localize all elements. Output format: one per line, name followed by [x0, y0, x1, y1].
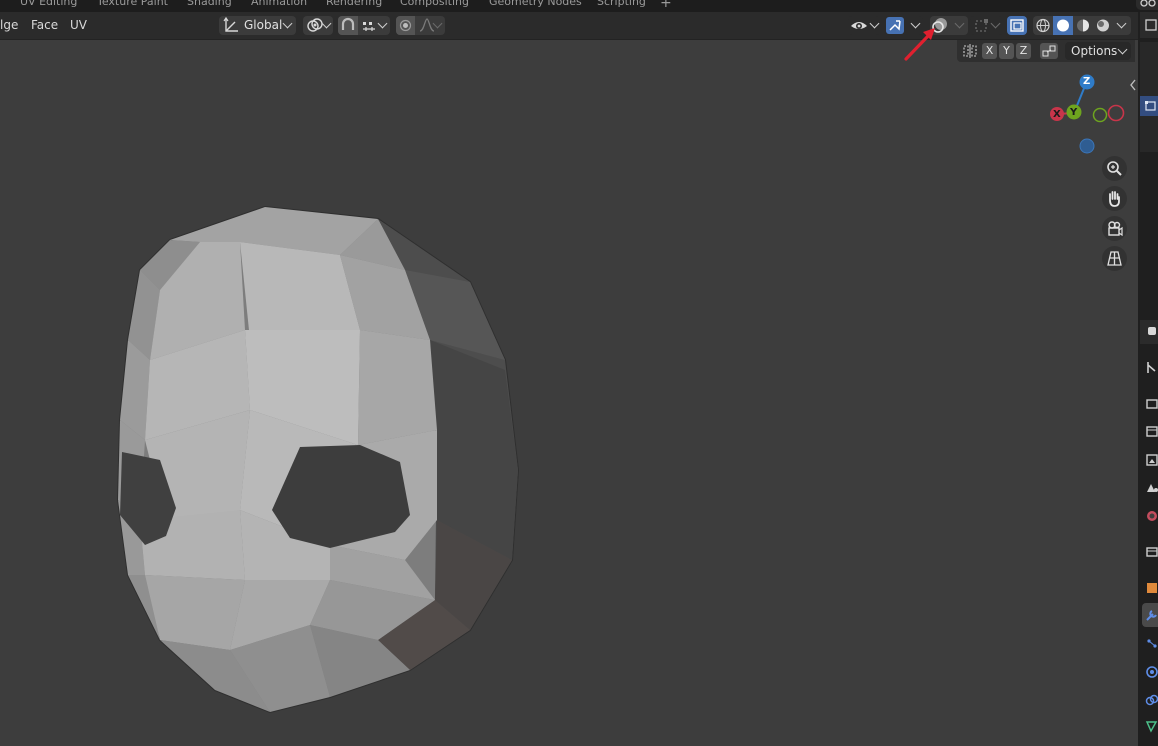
topology-mirror-toggle[interactable] [1040, 43, 1058, 59]
snap-group[interactable] [338, 16, 390, 35]
mesh-object[interactable] [0, 190, 560, 746]
sidebar-collapse-icon[interactable] [1129, 79, 1137, 91]
tab-compositing[interactable]: Compositing [400, 0, 469, 9]
tab-shading[interactable]: Shading [187, 0, 232, 9]
add-workspace-button[interactable]: + [660, 0, 672, 10]
transform-orientation-value: Global [244, 18, 283, 32]
output-properties-icon[interactable] [1145, 425, 1158, 438]
menu-edge[interactable]: lge [0, 18, 18, 32]
chevron-down-icon [282, 18, 293, 29]
pan-button[interactable] [1102, 186, 1127, 211]
mirror-icon [963, 44, 977, 58]
topology-mirror-icon [1042, 45, 1056, 57]
tab-animation[interactable]: Animation [251, 0, 307, 9]
mirror-z-button[interactable]: Z [1016, 43, 1031, 59]
navigation-gizmo[interactable]: Z X Y [1046, 70, 1130, 160]
chevron-down-icon [1116, 18, 1127, 29]
wrench-icon [1146, 610, 1157, 621]
blender-window: { "workspace_tabs": ["UV Editing", "Text… [0, 0, 1158, 746]
wireframe-shading-icon [1036, 18, 1050, 33]
tab-geometry-nodes[interactable]: Geometry Nodes [489, 0, 582, 9]
annotation-arrow [904, 28, 935, 61]
camera-view-icon [1108, 221, 1123, 237]
properties-menu-icon[interactable] [1146, 325, 1158, 339]
world-properties-icon[interactable] [1145, 509, 1158, 522]
chevron-down-icon [869, 18, 880, 29]
collection-properties-icon[interactable] [1145, 545, 1158, 558]
scene-icon [1140, 0, 1156, 7]
top-right-icons[interactable] [1136, 0, 1158, 10]
menu-uv[interactable]: UV [70, 18, 87, 32]
mirror-x-button[interactable]: X [982, 43, 997, 59]
particles-icon[interactable] [1145, 637, 1158, 650]
gizmo-z-label: Z [1083, 76, 1091, 87]
chevron-down-icon [954, 18, 965, 29]
tab-rendering[interactable]: Rendering [326, 0, 382, 9]
gizmo-y-label: Y [1070, 107, 1078, 118]
proportional-editing-toggle[interactable] [396, 16, 415, 35]
rendered-shading-button[interactable] [1093, 16, 1113, 35]
chevron-down-icon [990, 18, 1001, 29]
xray-toggle[interactable] [1007, 16, 1027, 35]
perspective-toggle-button[interactable] [1102, 246, 1127, 271]
gizmo-x-label: X [1053, 109, 1061, 120]
mesh-edit-overlays-dropdown[interactable] [970, 16, 1003, 35]
zoom-icon [1107, 161, 1122, 176]
material-preview-icon [1077, 19, 1089, 32]
wireframe-shading-button[interactable] [1033, 16, 1053, 35]
options-label: Options [1071, 44, 1118, 58]
mesh-object-icon [1145, 101, 1156, 111]
outliner-area [1140, 42, 1158, 152]
perspective-grid-icon [1107, 251, 1122, 266]
object-visibility-icon [851, 22, 867, 29]
transform-orientation-icon [223, 16, 238, 32]
material-preview-button[interactable] [1073, 16, 1093, 35]
snap-icon [341, 17, 355, 30]
transform-orientation-dropdown[interactable]: Global [219, 16, 296, 35]
proportional-editing-icon [399, 19, 412, 32]
tab-uv-editing[interactable]: UV Editing [20, 0, 77, 9]
constraints-icon[interactable] [1145, 693, 1158, 706]
proportional-editing-group[interactable] [396, 16, 445, 35]
solid-shading-icon [1057, 19, 1069, 32]
object-properties-icon[interactable] [1145, 581, 1158, 594]
modifier-tab-active[interactable] [1142, 603, 1158, 627]
snap-toggle[interactable] [338, 16, 358, 35]
rendered-shading-icon [1097, 19, 1109, 32]
properties-side-strip [1138, 12, 1158, 746]
pan-hand-icon [1109, 191, 1120, 207]
view-layer-icon[interactable] [1145, 453, 1158, 466]
object-data-icon[interactable] [1145, 720, 1158, 733]
outliner-filter-icon[interactable] [1144, 18, 1158, 32]
physics-icon[interactable] [1145, 665, 1158, 678]
menu-face[interactable]: Face [31, 18, 58, 32]
outliner-selected-row[interactable] [1140, 96, 1158, 116]
tool-settings-icon[interactable] [1145, 361, 1158, 374]
pivot-point-icon [307, 18, 323, 32]
shading-mode-group[interactable] [1033, 16, 1131, 35]
properties-header [1140, 320, 1158, 344]
options-dropdown[interactable]: Options [1065, 42, 1131, 60]
viewport-header: lge Face UV Global [0, 12, 1138, 40]
xray-toggle-icon [1010, 19, 1024, 32]
solid-shading-button[interactable] [1053, 16, 1073, 35]
mesh-overlays-icon [975, 19, 988, 32]
tab-texture-paint[interactable]: Texture Paint [97, 0, 168, 9]
workspace-tab-bar: UV Editing Texture Paint Shading Animati… [0, 0, 1158, 12]
zoom-button[interactable] [1102, 156, 1127, 181]
snap-target-icon [363, 22, 375, 31]
tool-settings-row: X Y Z Options [957, 40, 1135, 62]
mirror-y-button[interactable]: Y [999, 43, 1014, 59]
camera-view-button[interactable] [1102, 216, 1127, 241]
tab-scripting[interactable]: Scripting [597, 0, 646, 9]
chevron-down-icon [1117, 44, 1128, 55]
render-properties-icon[interactable] [1145, 397, 1158, 410]
scene-properties-icon[interactable] [1145, 481, 1158, 494]
pivot-point-dropdown[interactable] [303, 16, 333, 35]
object-visibility-dropdown[interactable] [848, 16, 880, 35]
